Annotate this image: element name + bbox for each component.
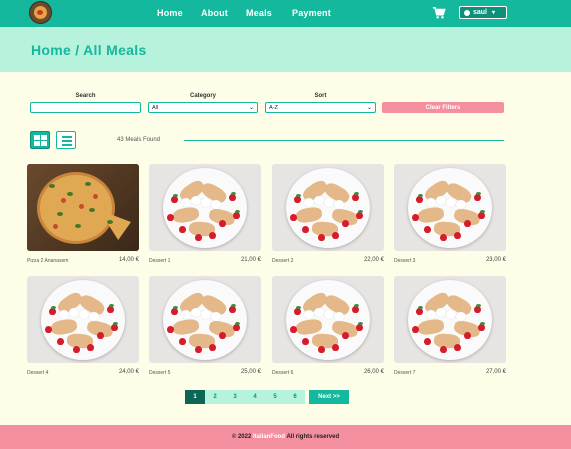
nav-link-meals[interactable]: Meals [246, 8, 272, 18]
page-header: Home / All Meals [0, 27, 571, 72]
meal-price: 21,00 € [240, 257, 261, 263]
category-label: Category [189, 93, 216, 99]
user-name: saul [473, 9, 488, 16]
nav-link-payment[interactable]: Payment [292, 8, 331, 18]
meal-image[interactable] [272, 276, 384, 363]
clear-filters-button[interactable]: Clear Filters [382, 102, 504, 113]
footer: © 2022 ItalianFood All rights reserved [0, 425, 571, 449]
search-label: Search [75, 93, 96, 99]
meal-name[interactable]: Dessert 6 [272, 370, 293, 376]
logo[interactable] [29, 1, 52, 24]
meal-name[interactable]: Dessert 3 [394, 258, 415, 264]
footer-text: © 2022 ItalianFood All rights reserved [0, 434, 571, 440]
meal-name[interactable]: Dessert 2 [272, 258, 293, 264]
grid-view-icon[interactable] [30, 131, 50, 149]
meal-name[interactable]: Dessert 5 [149, 370, 170, 376]
meal-name[interactable]: Pizza 2 Ananasem [27, 258, 68, 264]
footer-brand[interactable]: ItalianFood [253, 434, 285, 440]
meal-image[interactable] [272, 164, 384, 251]
chevron-down-icon: ⌄ [366, 105, 372, 111]
cart-icon[interactable] [432, 6, 446, 20]
page-button[interactable]: 2 [205, 390, 225, 404]
meal-image[interactable] [394, 276, 506, 363]
meal-name[interactable]: Dessert 4 [27, 370, 48, 376]
user-icon [464, 9, 470, 16]
sort-label: Sort [314, 93, 327, 99]
category-select-value: All [152, 104, 159, 111]
meal-price: 25,00 € [240, 369, 261, 375]
page-button[interactable]: 6 [285, 390, 305, 404]
meal-name[interactable]: Dessert 1 [149, 258, 170, 264]
nav-link-about[interactable]: About [201, 8, 228, 18]
meal-image[interactable] [27, 164, 139, 251]
chevron-down-icon: ⌄ [248, 105, 254, 111]
meal-price: 22,00 € [363, 257, 384, 263]
sort-select[interactable]: A-Z ⌄ [265, 102, 376, 113]
category-select[interactable]: All ⌄ [148, 102, 258, 113]
page-button[interactable]: 5 [265, 390, 285, 404]
footer-copyright: © 2022 [231, 434, 252, 440]
meal-image[interactable] [27, 276, 139, 363]
page-button[interactable]: 1 [185, 390, 205, 404]
page-button[interactable]: 3 [225, 390, 245, 404]
user-menu-button[interactable]: saul ▾ [459, 6, 507, 19]
navbar: Home About Meals Payment saul ▾ [0, 0, 571, 27]
meal-name[interactable]: Dessert 7 [394, 370, 415, 376]
page-button[interactable]: 4 [245, 390, 265, 404]
footer-rights: All rights reserved [286, 434, 340, 440]
page-title: Home / All Meals [31, 42, 147, 58]
divider [184, 140, 504, 141]
sort-select-value: A-Z [269, 104, 278, 111]
meal-price: 27,00 € [485, 369, 506, 375]
meal-price: 24,00 € [118, 369, 139, 375]
chevron-down-icon: ▾ [492, 10, 496, 16]
search-input[interactable] [30, 102, 141, 113]
meals-count: 43 Meals Found [117, 137, 161, 143]
meal-image[interactable] [149, 276, 261, 363]
meal-price: 26,00 € [363, 369, 384, 375]
nav-link-home[interactable]: Home [157, 8, 183, 18]
meal-price: 14,00 € [118, 257, 139, 263]
meal-image[interactable] [394, 164, 506, 251]
meal-image[interactable] [149, 164, 261, 251]
meal-price: 23,00 € [485, 257, 506, 263]
list-view-icon[interactable] [56, 131, 76, 149]
next-page-button[interactable]: Next >> [309, 390, 349, 404]
